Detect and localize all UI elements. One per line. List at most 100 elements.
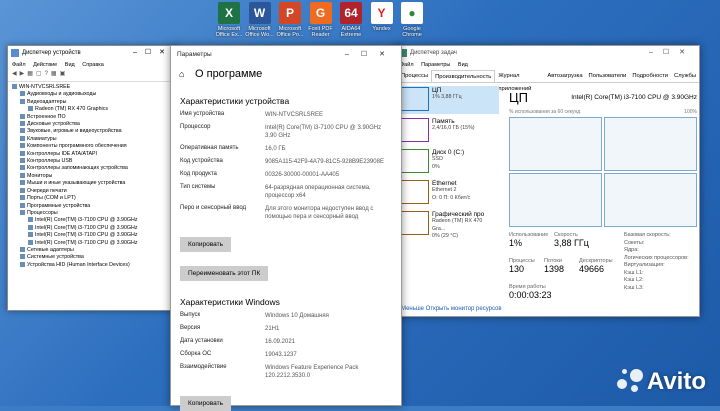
task-manager-window[interactable]: Диспетчер задач –☐✕ Файл Параметры Вид П… [395, 45, 700, 317]
perf-side-name: ЦП [432, 87, 442, 94]
task-manager-titlebar[interactable]: Диспетчер задач –☐✕ [396, 46, 699, 60]
tree-node[interactable]: Системные устройства [8, 254, 176, 261]
tm-tab[interactable]: Процессы [398, 70, 431, 82]
tree-node[interactable]: Дисковые устройства [8, 121, 176, 128]
tree-node-label: Intel(R) Core(TM) i3-7100 CPU @ 3.90GHz [35, 232, 138, 239]
tree-node[interactable]: Intel(R) Core(TM) i3-7100 CPU @ 3.90GHz [8, 232, 176, 239]
tree-node[interactable]: Мониторы [8, 172, 176, 180]
window-controls[interactable]: –☐✕ [133, 46, 173, 60]
tree-node[interactable]: Intel(R) Core(TM) i3-7100 CPU @ 3.90GHz [8, 224, 176, 232]
device-manager-titlebar[interactable]: Диспетчер устройств –☐✕ [8, 46, 176, 60]
tree-node[interactable]: Видеоадаптеры [8, 98, 176, 106]
tree-node[interactable]: Контроллеры IDE ATA/ATAPI [8, 150, 176, 158]
settings-titlebar[interactable]: Параметры –☐✕ [171, 46, 401, 64]
app-icon: 64 [340, 2, 362, 24]
tm-menu[interactable]: Файл Параметры Вид [396, 60, 699, 70]
tree-node[interactable]: Встроенное ПО [8, 113, 176, 121]
tm-tab[interactable]: Службы [671, 70, 699, 82]
stat-value: 49666 [579, 264, 605, 274]
tree-node[interactable]: WIN-NTVCSRLSREE [8, 84, 176, 91]
perf-side-item[interactable]: Диск 0 (C:) SSD 0% [399, 148, 499, 176]
tree-node[interactable]: Сетевые адаптеры [8, 246, 176, 254]
tm-tab[interactable]: Автозагрузка [544, 70, 585, 82]
tree-node[interactable]: Порты (COM и LPT) [8, 195, 176, 202]
spec-row: Тип системы 64-разрядная операционная сис… [180, 184, 401, 200]
tm-tab[interactable]: Производительность [431, 70, 496, 82]
perf-side-item[interactable]: Ethernet Ethernet 2 О: 0 П: 0 Кбит/с [399, 179, 499, 207]
tm-tabs[interactable]: Процессы Производительность Журнал приложе… [396, 70, 699, 92]
cpu-spec-label: Ядра: [624, 247, 639, 253]
tm-menu-view[interactable]: Вид [458, 62, 468, 68]
app-icon: Y [370, 2, 393, 24]
menu-file[interactable]: Файл [12, 62, 26, 68]
settings-window[interactable]: Параметры –☐✕ ⌂ О программе Характеристи… [170, 45, 402, 411]
stat-block: Скорость 3,88 ГГц [554, 232, 589, 248]
tree-node[interactable]: Устройства HID (Human Interface Devices) [8, 261, 176, 269]
toolbar[interactable]: ◀▶▦▢?▦▣ [8, 70, 176, 82]
stat-block: Дескрипторы 49666 [579, 258, 613, 274]
tree-node[interactable]: Radeon (TM) RX 470 Graphics [8, 106, 176, 113]
perf-side-item[interactable]: ЦП 1% 3,88 ГГц [399, 86, 499, 114]
perf-side-item[interactable]: Графический про Radeon (TM) RX 470 Gra...… [399, 210, 499, 239]
tm-tab[interactable]: Журнал приложений [495, 70, 544, 92]
perf-side-sub: Ethernet 2 О: 0 П: 0 Кбит/с [432, 187, 471, 201]
perf-side-sub: 2,4/16,0 ГБ (15%) [432, 125, 475, 132]
tm-menu-file[interactable]: Файл [400, 62, 414, 68]
tree-node[interactable]: Контроллеры USB [8, 158, 176, 165]
tree-node-label: Intel(R) Core(TM) i3-7100 CPU @ 3.90GHz [35, 239, 138, 246]
menu-bar[interactable]: Файл Действие Вид Справка [8, 60, 176, 70]
mini-graph [401, 180, 429, 204]
device-icon [28, 217, 33, 223]
tree-node[interactable]: Аудиовходы и аудиовыходы [8, 91, 176, 98]
home-icon[interactable]: ⌂ [179, 64, 184, 84]
spec-value: 00326-30000-00001-AA405 [265, 172, 340, 178]
tree-node[interactable]: Мыши и иные указывающие устройства [8, 180, 176, 187]
spec-row: Дата установки 16.09.2021 [180, 338, 401, 346]
tm-menu-params[interactable]: Параметры [421, 62, 450, 68]
stat-value: 1% [509, 238, 523, 248]
perf-side-text: Диск 0 (C:) SSD 0% [432, 149, 464, 175]
perf-sidebar[interactable]: ЦП 1% 3,88 ГГц Память 2,4/16,0 ГБ (15%) Диск… [399, 86, 499, 241]
device-tree[interactable]: WIN-NTVCSRLSREE Аудиовходы и аудиовыходы В… [8, 82, 176, 269]
tree-node[interactable]: Контроллеры запоминающих устройства [8, 165, 176, 172]
tree-node[interactable]: Очереди печати [8, 187, 176, 195]
tree-node[interactable]: Intel(R) Core(TM) i3-7100 CPU @ 3.90GHz [8, 217, 176, 224]
copy-button[interactable]: Копировать [180, 237, 231, 252]
menu-view[interactable]: Вид [65, 62, 75, 68]
device-manager-window[interactable]: Диспетчер устройств –☐✕ Файл Действие Ви… [7, 45, 177, 311]
spec-row: Имя устройства WIN-NTVCSRLSREE [180, 111, 401, 119]
cpu-graph [509, 173, 602, 227]
tm-tab[interactable]: Подробности [629, 70, 671, 82]
tree-node[interactable]: Компоненты программного обеспечения [8, 143, 176, 150]
desktop-icon[interactable]: ● Google Chrome [393, 2, 431, 38]
spec-key: Код устройства [180, 158, 223, 164]
window-controls[interactable]: –☐✕ [345, 46, 397, 64]
tree-node[interactable]: Клавиатуры [8, 135, 176, 143]
copy-button-2[interactable]: Копировать [180, 396, 231, 411]
app-icon: X [218, 2, 240, 24]
page-title: О программе [195, 68, 263, 80]
tree-node-label: Аудиовходы и аудиовыходы [27, 91, 97, 98]
perf-side-item[interactable]: Память 2,4/16,0 ГБ (15%) [399, 117, 499, 145]
tree-node[interactable]: Программные устройства [8, 202, 176, 210]
tree-node[interactable]: Процессоры [8, 209, 176, 217]
tree-node[interactable]: Intel(R) Core(TM) i3-7100 CPU @ 3.90GHz [8, 239, 176, 247]
rename-pc-button[interactable]: Переименовать этот ПК [180, 266, 269, 281]
device-icon [20, 135, 25, 141]
cpu-spec-label: Сокеты: [624, 239, 645, 246]
stat-block: Использование 1% [509, 232, 548, 248]
menu-action[interactable]: Действие [33, 62, 57, 68]
spec-row: Оперативная память 16,0 ГБ [180, 145, 401, 153]
cpu-graph [604, 173, 697, 227]
device-icon [20, 165, 25, 171]
window-controls[interactable]: –☐✕ [649, 46, 695, 60]
device-icon [20, 98, 25, 104]
footer-links[interactable]: Меньше Открыть монитор ресурсов [401, 306, 502, 312]
tree-node[interactable]: Звуковые, игровые и видеоустройства [8, 128, 176, 135]
cpu-graph [604, 117, 697, 171]
tm-tab[interactable]: Пользователи [586, 70, 630, 82]
menu-help[interactable]: Справка [82, 62, 104, 68]
tree-node-label: Видеоадаптеры [27, 98, 67, 105]
perf-side-sub: SSD 0% [432, 156, 443, 170]
device-manager-title: Диспетчер устройств [22, 50, 81, 56]
